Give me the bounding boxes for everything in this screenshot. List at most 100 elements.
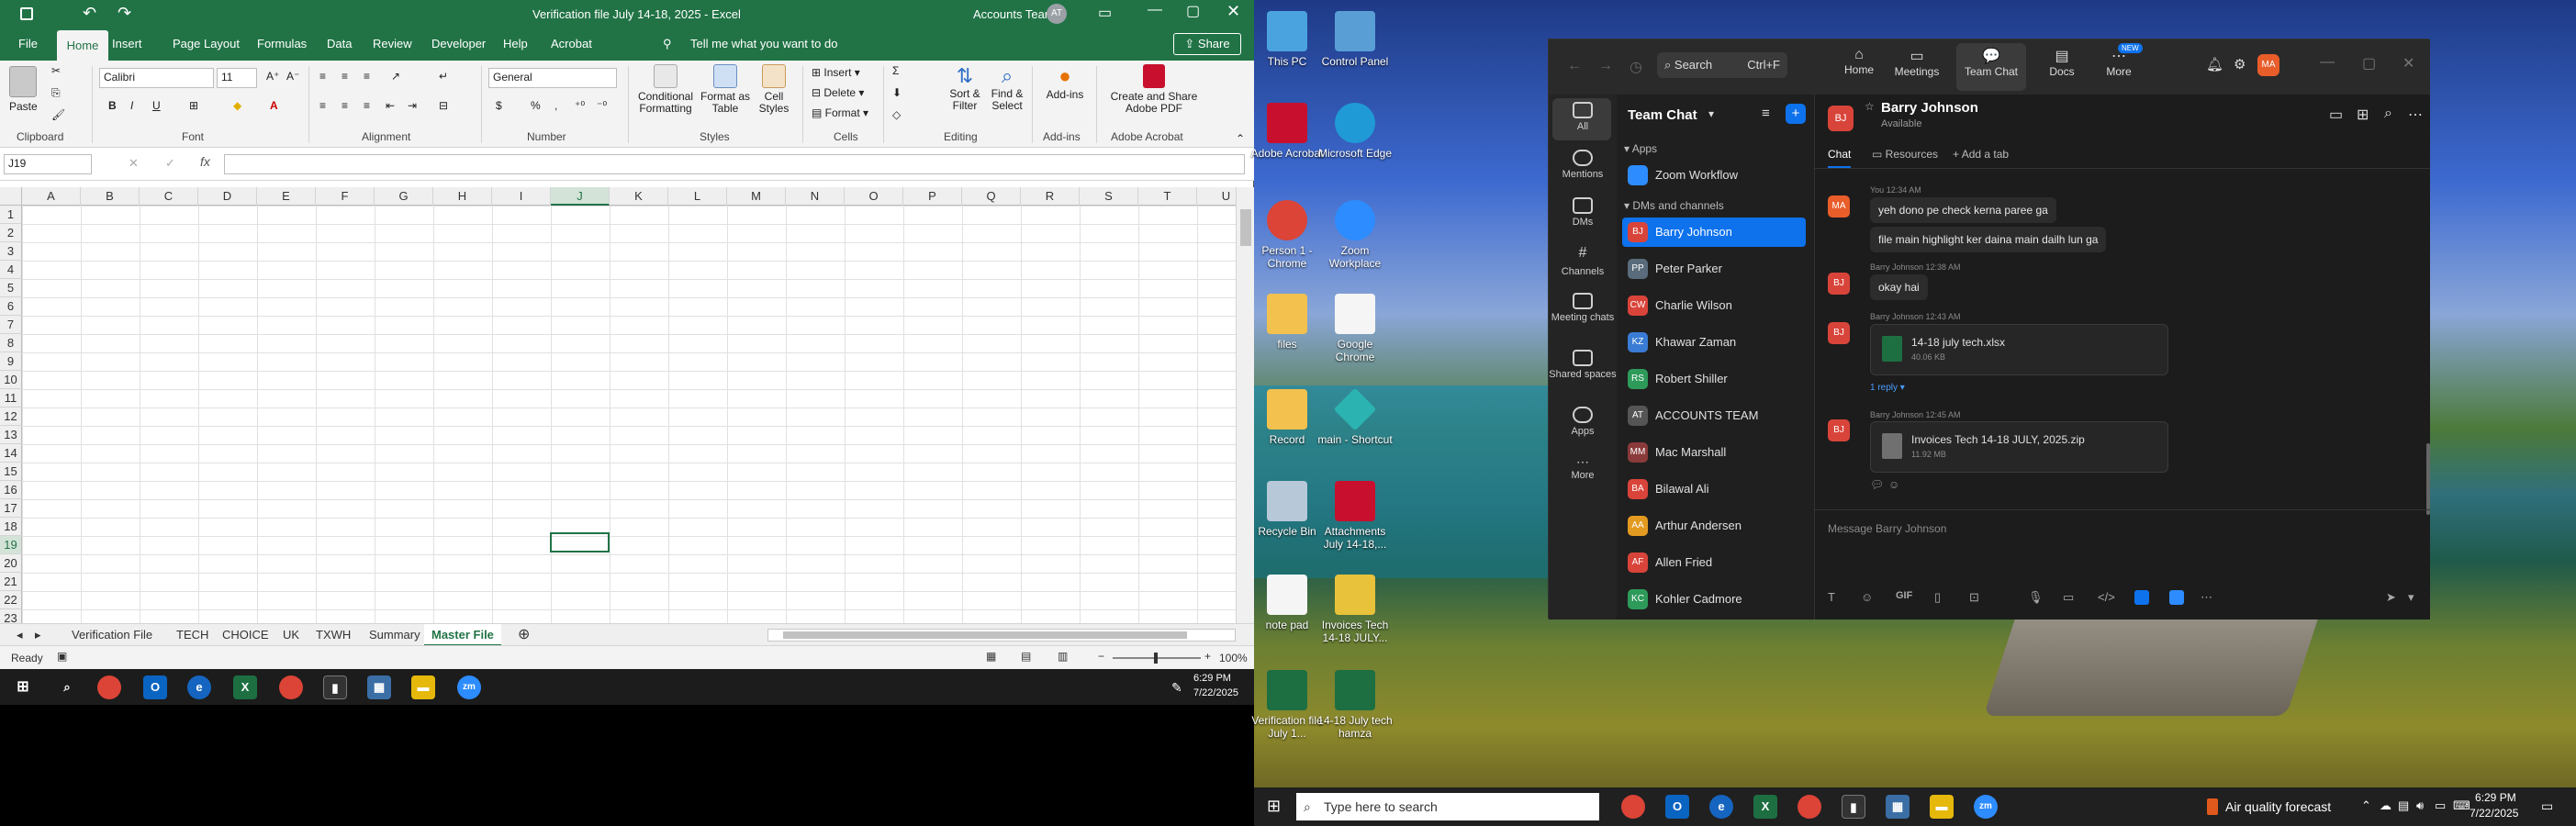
tab-file[interactable]: File (18, 37, 38, 50)
row-header[interactable]: 18 (0, 518, 22, 536)
app-zoom-workflow[interactable]: Zoom Workflow (1622, 161, 1806, 190)
outlook-icon[interactable]: O (143, 675, 167, 699)
tell-me-search[interactable]: Tell me what you want to do (690, 37, 837, 50)
file-explorer-icon[interactable]: ▬ (1930, 795, 1954, 819)
add-ins-button[interactable]: ● Add-ins (1039, 64, 1091, 101)
column-header[interactable]: M (727, 187, 786, 206)
row-header[interactable]: 21 (0, 573, 22, 591)
row-header[interactable]: 5 (0, 279, 22, 297)
zoom-slider[interactable] (1113, 653, 1201, 664)
message-bubble[interactable]: file main highlight ker daina main dailh… (1870, 227, 2107, 252)
insert-function-icon[interactable]: fx (200, 154, 210, 169)
desktop-icon-notepad[interactable]: note pad (1249, 575, 1326, 631)
account-name[interactable]: Accounts Team (973, 7, 1055, 21)
column-header[interactable]: N (786, 187, 845, 206)
user-avatar[interactable]: MA (2257, 54, 2279, 76)
sheet-tab[interactable]: CHOICE (215, 624, 276, 646)
rail-all[interactable]: All (1549, 102, 1617, 132)
zoom-slider-thumb[interactable] (1154, 653, 1158, 664)
row-header[interactable]: 9 (0, 352, 22, 371)
decrease-font-icon[interactable]: A⁻ (286, 70, 299, 83)
number-format-dropdown[interactable]: General (488, 68, 617, 88)
column-header[interactable]: R (1021, 187, 1080, 206)
align-center-icon[interactable]: ≡ (342, 99, 348, 112)
column-header[interactable]: E (257, 187, 316, 206)
microphone-icon[interactable]: 🎙︎ (2028, 590, 2044, 605)
new-sheet-icon[interactable]: ⊕ (510, 624, 537, 646)
increase-decimal-icon[interactable]: ⁺⁰ (575, 99, 585, 112)
reply-link[interactable]: 1 reply ▾ (1870, 383, 1905, 393)
sheet-tab-active[interactable]: Master File (424, 624, 501, 646)
close-icon[interactable]: ✕ (2402, 54, 2414, 73)
column-header[interactable]: Q (962, 187, 1021, 206)
more-tools-icon[interactable]: ⋯ (2201, 590, 2212, 605)
desktop-icon-verification-file[interactable]: Verification file July 1... (1249, 670, 1326, 740)
insert-cells-button[interactable]: ⊞ Insert ▾ (812, 66, 860, 79)
contact-item[interactable]: BJ Barry Johnson (1622, 218, 1806, 247)
notifications-icon[interactable]: ▭ (2541, 798, 2553, 814)
column-header[interactable]: J (551, 187, 610, 206)
zoom-in-icon[interactable]: + (1204, 650, 1211, 663)
contact-item[interactable]: AF Allen Fried (1622, 548, 1806, 577)
undo-icon[interactable]: ↶ (83, 4, 96, 23)
chrome-profile-icon[interactable] (1798, 795, 1821, 819)
nav-home[interactable]: ⌂ Home (1835, 47, 1883, 76)
tab-page-layout[interactable]: Page Layout (173, 37, 240, 50)
send-options-icon[interactable]: ▾ (2408, 590, 2414, 605)
italic-button[interactable]: I (130, 99, 133, 112)
middle-align-icon[interactable]: ≡ (342, 70, 348, 83)
chrome-icon[interactable] (97, 675, 121, 699)
outlook-icon[interactable]: O (1665, 795, 1689, 819)
minimize-icon[interactable]: — (1148, 2, 1162, 18)
emoji-reaction-icon[interactable]: ☺ (1888, 478, 1899, 491)
code-snippet-icon[interactable]: </> (2098, 590, 2115, 604)
row-header[interactable]: 12 (0, 407, 22, 426)
more-options-icon[interactable]: ⋯ (2408, 106, 2423, 124)
cut-icon[interactable]: ✂ (51, 64, 61, 77)
close-icon[interactable]: ✕ (1226, 2, 1240, 21)
message-input[interactable]: Message Barry Johnson (1828, 522, 1946, 535)
column-header[interactable]: I (492, 187, 551, 206)
name-box[interactable]: J19 (4, 154, 92, 174)
rail-dms[interactable]: DMs (1549, 197, 1617, 228)
collapse-ribbon-icon[interactable]: ⌃ (1236, 132, 1245, 145)
zoom-out-icon[interactable]: − (1098, 650, 1104, 663)
row-header[interactable]: 7 (0, 316, 22, 334)
forward-icon[interactable]: → (1598, 58, 1613, 74)
column-header[interactable]: K (610, 187, 668, 206)
maximize-icon[interactable]: ▢ (2362, 54, 2376, 73)
terminal-icon[interactable]: ▮ (323, 675, 347, 699)
edge-icon[interactable]: e (187, 675, 211, 699)
excel-taskbar-icon[interactable]: X (233, 675, 257, 699)
chat-scroll-thumb[interactable] (2426, 443, 2430, 515)
underline-button[interactable]: U (152, 99, 161, 112)
search-icon[interactable]: ⌕ (55, 675, 79, 699)
excel-taskbar-icon[interactable]: X (1753, 795, 1777, 819)
message-bubble[interactable]: yeh dono pe check kerna paree ga (1870, 197, 2056, 223)
contact-item[interactable]: MM Mac Marshall (1622, 438, 1806, 467)
clear-icon[interactable]: ◇ (892, 108, 901, 121)
desktop-icon-person-chrome[interactable]: Person 1 - Chrome (1249, 200, 1326, 270)
contact-item[interactable]: KC Kohler Cadmore (1622, 585, 1806, 614)
row-header[interactable]: 19 (0, 536, 22, 554)
filter-icon[interactable]: ≡ (1762, 106, 1770, 121)
bottom-align-icon[interactable]: ≡ (364, 70, 370, 83)
rail-apps[interactable]: Apps (1549, 407, 1617, 437)
select-all-corner[interactable] (0, 187, 22, 206)
currency-icon[interactable]: $ (496, 99, 502, 112)
add-icon[interactable]: ⊞ (2357, 106, 2369, 124)
row-header[interactable]: 13 (0, 426, 22, 444)
increase-font-icon[interactable]: A⁺ (266, 70, 279, 83)
desktop-icon-recycle-bin[interactable]: Recycle Bin (1249, 481, 1326, 538)
percent-icon[interactable]: % (531, 99, 541, 112)
top-align-icon[interactable]: ≡ (319, 70, 326, 83)
column-header[interactable]: D (198, 187, 257, 206)
desktop-icon-record[interactable]: Record (1249, 389, 1326, 446)
autosum-icon[interactable]: Σ (892, 64, 899, 77)
page-layout-view-icon[interactable]: ▤ (1021, 650, 1031, 663)
tab-developer[interactable]: Developer (431, 37, 486, 50)
column-header[interactable]: S (1080, 187, 1138, 206)
network-icon[interactable]: ▤ (2398, 798, 2409, 813)
language-icon[interactable]: ⌨ (2453, 798, 2470, 813)
meeting-app-icon[interactable] (2169, 590, 2184, 605)
